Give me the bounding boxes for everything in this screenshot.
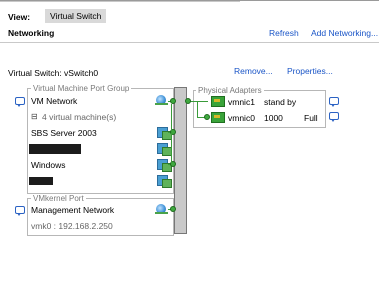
remove-link[interactable]: Remove... — [234, 66, 273, 76]
connector-line — [171, 104, 172, 164]
connector-dot — [185, 98, 191, 104]
physical-adapters-title: Physical Adapters — [196, 86, 264, 95]
adapter-name-vmnic1: vmnic1 — [228, 97, 255, 107]
management-network-info-icon[interactable] — [15, 206, 25, 216]
header-divider — [0, 42, 379, 43]
vm-network-name: VM Network — [31, 96, 78, 106]
vm-item-redacted-2 — [29, 177, 53, 185]
adapter-status-vmnic1: stand by — [264, 97, 297, 107]
expand-collapse-icon[interactable]: ⊟ — [31, 112, 38, 121]
properties-link[interactable]: Properties... — [287, 66, 333, 76]
vm-port-group-title: Virtual Machine Port Group — [31, 84, 132, 93]
network-adapter-icon — [211, 96, 225, 107]
adapter-speed-vmnic0: 1000 — [264, 113, 283, 123]
vswitch-label: Virtual Switch: vSwitch0 — [8, 68, 99, 78]
management-globe-base-icon — [155, 212, 168, 214]
vm-item-sbs-server[interactable]: SBS Server 2003 — [31, 128, 97, 138]
refresh-link[interactable]: Refresh — [269, 28, 299, 38]
connector-dot — [170, 206, 176, 212]
network-adapter-icon — [211, 112, 225, 123]
vm-icon[interactable] — [157, 159, 172, 172]
vm-network-info-icon[interactable] — [15, 97, 25, 107]
vm-item-windows[interactable]: Windows — [31, 160, 65, 170]
view-label: View: — [8, 12, 31, 22]
adapter-name-vmnic0: vmnic0 — [228, 113, 255, 123]
vmkernel-port-title: VMkernel Port — [31, 194, 86, 203]
connector-dot — [204, 114, 210, 120]
vm-icon[interactable] — [157, 143, 172, 156]
vm-network-globe-base-icon — [155, 103, 168, 105]
vm-icon[interactable] — [157, 175, 172, 188]
connector-line — [197, 101, 198, 117]
vm-item-redacted — [29, 144, 81, 154]
view-selector-virtual-switch[interactable]: Virtual Switch — [45, 9, 107, 23]
vm-count: 4 virtual machine(s) — [42, 112, 117, 122]
vmnic1-info-icon[interactable] — [329, 97, 339, 107]
top-border-inner — [0, 1, 240, 2]
vmk-ip: vmk0 : 192.168.2.250 — [31, 221, 113, 231]
adapter-duplex-vmnic0: Full — [304, 113, 318, 123]
management-network-name: Management Network — [31, 205, 115, 215]
add-networking-link[interactable]: Add Networking... — [311, 28, 378, 38]
vswitch-bar — [174, 87, 187, 234]
vmnic0-info-icon[interactable] — [329, 112, 339, 122]
page-title: Networking — [8, 28, 55, 38]
vm-icon[interactable] — [157, 127, 172, 140]
